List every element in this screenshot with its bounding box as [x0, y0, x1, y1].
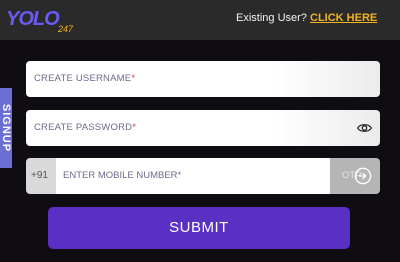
username-placeholder: CREATE USERNAME*: [34, 73, 136, 84]
yolo247-logo[interactable]: YOLO 247: [6, 5, 78, 35]
top-bar: YOLO 247 Existing User? CLICK HERE: [0, 0, 400, 40]
signup-side-tab-label: SIGNUP: [0, 103, 12, 153]
country-code[interactable]: +91: [26, 158, 56, 194]
password-placeholder: CREATE PASSWORD*: [34, 122, 137, 133]
password-field[interactable]: CREATE PASSWORD*: [26, 110, 380, 146]
existing-user-text: Existing User?: [236, 12, 307, 24]
mobile-number-row: +91 ENTER MOBILE NUMBER* OTP: [26, 158, 380, 194]
mobile-number-field[interactable]: ENTER MOBILE NUMBER*: [56, 158, 330, 194]
signup-page: YOLO 247 Existing User? CLICK HERE SIGNU…: [0, 0, 400, 262]
username-field[interactable]: CREATE USERNAME*: [26, 61, 380, 97]
signup-side-tab[interactable]: SIGNUP: [0, 88, 12, 168]
submit-label: SUBMIT: [169, 219, 229, 236]
svg-text:YOLO: YOLO: [6, 8, 60, 30]
svg-text:247: 247: [57, 24, 74, 34]
mobile-placeholder: ENTER MOBILE NUMBER*: [63, 170, 182, 181]
submit-button[interactable]: SUBMIT: [48, 207, 350, 249]
arrow-right-circle-icon: [354, 167, 372, 185]
otp-button[interactable]: OTP: [330, 158, 380, 194]
eye-icon[interactable]: [357, 121, 372, 135]
click-here-link[interactable]: CLICK HERE: [310, 12, 377, 24]
country-code-value: +91: [31, 170, 48, 181]
